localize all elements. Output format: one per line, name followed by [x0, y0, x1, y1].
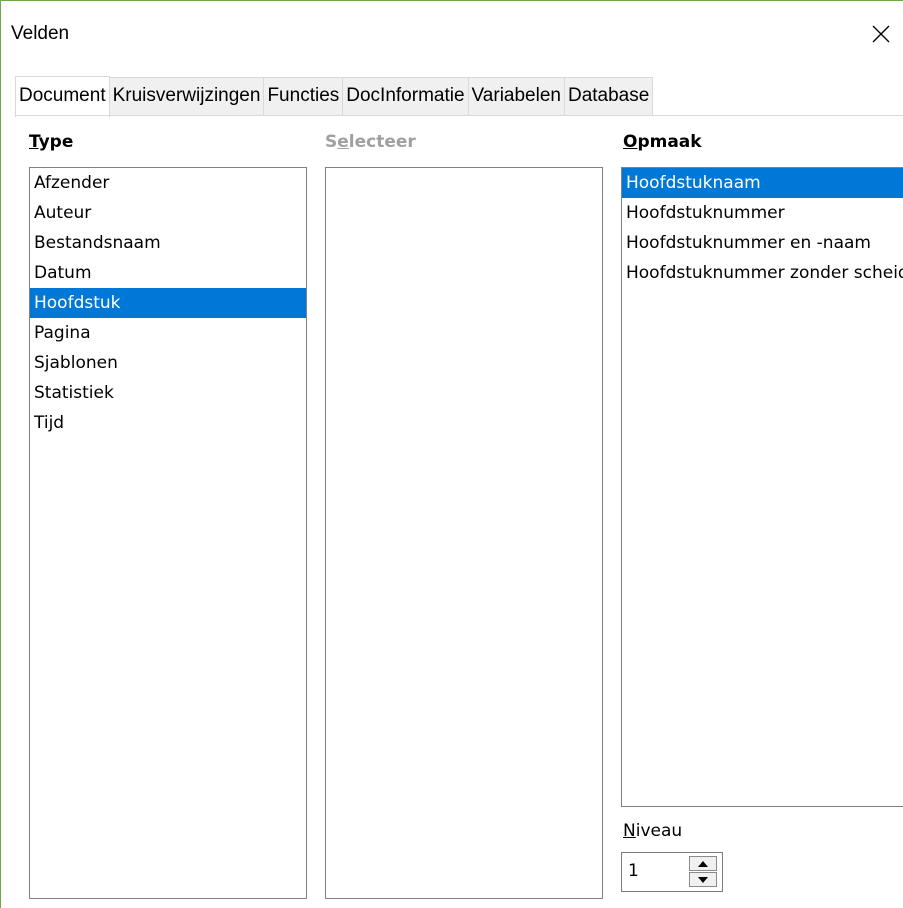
tab-database[interactable]: Database [563, 77, 654, 115]
format-item[interactable]: Hoofdstuknaam [622, 168, 903, 198]
tab-functies[interactable]: Functies [263, 77, 344, 115]
format-label: Opmaak [623, 132, 702, 152]
tab-docinformatie[interactable]: DocInformatie [342, 77, 469, 115]
fields-dialog: Velden Document Kruisverwijzingen Functi… [0, 0, 903, 908]
tab-kruisverwijzingen[interactable]: Kruisverwijzingen [108, 77, 265, 115]
niveau-label: Niveau [623, 821, 682, 841]
type-label: Type [29, 132, 73, 152]
type-item[interactable]: Afzender [30, 168, 306, 198]
niveau-spinbox[interactable]: 1 [621, 852, 723, 892]
niveau-value[interactable]: 1 [628, 861, 639, 881]
select-label-rest: lecteer [348, 132, 416, 152]
type-item[interactable]: Statistiek [30, 378, 306, 408]
type-item[interactable]: Datum [30, 258, 306, 288]
close-button[interactable] [858, 11, 903, 57]
type-listbox[interactable]: Afzender Auteur Bestandsnaam Datum Hoofdstuk… [29, 167, 307, 899]
tab-variabelen[interactable]: Variabelen [467, 77, 565, 115]
niveau-label-mnemonic: N [623, 821, 636, 841]
spin-buttons [689, 856, 719, 888]
select-listbox[interactable] [325, 167, 603, 899]
caret-up-icon [698, 860, 708, 867]
niveau-label-rest: iveau [635, 821, 683, 841]
type-item[interactable]: Sjablonen [30, 348, 306, 378]
select-label: Selecteer [325, 132, 416, 152]
tab-document[interactable]: Document [15, 76, 110, 117]
format-label-mnemonic: O [623, 132, 638, 152]
format-item[interactable]: Hoofdstuknummer en -naam [622, 228, 903, 258]
select-label-first: S [325, 132, 338, 152]
spin-down-button[interactable] [689, 872, 717, 887]
format-listbox[interactable]: Hoofdstuknaam Hoofdstuknummer Hoofdstuknum… [621, 167, 903, 807]
close-icon [872, 25, 890, 43]
dialog-title: Velden [11, 23, 70, 44]
tab-divider [15, 115, 903, 116]
format-item[interactable]: Hoofdstuknummer [622, 198, 903, 228]
tab-bar: Document Kruisverwijzingen Functies DocI… [15, 76, 654, 117]
type-label-mnemonic: T [29, 132, 39, 152]
type-item[interactable]: Auteur [30, 198, 306, 228]
type-item[interactable]: Tijd [30, 408, 306, 438]
format-label-rest: pmaak [637, 132, 702, 152]
select-label-mnemonic: e [337, 132, 349, 152]
type-label-rest: ype [38, 132, 74, 152]
type-item[interactable]: Hoofdstuk [30, 288, 306, 318]
spin-up-button[interactable] [689, 856, 717, 871]
type-item[interactable]: Pagina [30, 318, 306, 348]
format-item[interactable]: Hoofdstuknummer zonder scheidingsteken [622, 258, 903, 288]
title-bar: Velden [1, 1, 903, 69]
caret-down-icon [698, 876, 708, 883]
type-item[interactable]: Bestandsnaam [30, 228, 306, 258]
